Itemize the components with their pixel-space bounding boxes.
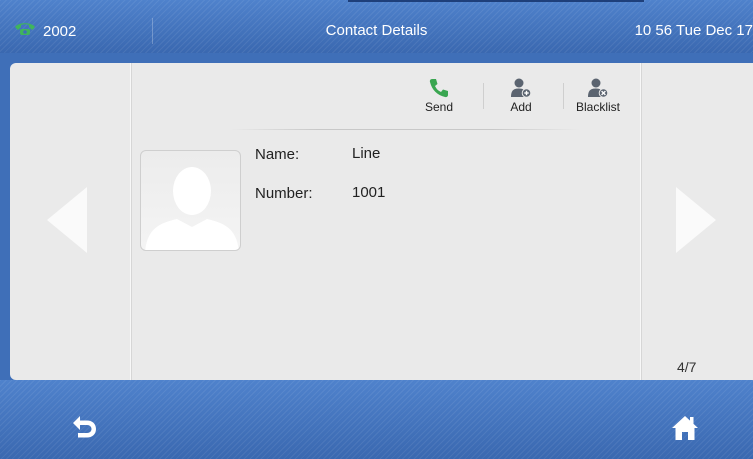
- right-column-divider: [640, 63, 641, 380]
- add-label: Add: [510, 100, 532, 114]
- send-label: Send: [425, 100, 454, 114]
- home-button[interactable]: [670, 414, 700, 442]
- home-icon: [672, 416, 698, 440]
- send-button[interactable]: Send: [425, 77, 453, 114]
- contact-panel: Send Add Blacklist Name: Line Number: 10…: [10, 63, 753, 380]
- name-value: Line: [352, 145, 381, 162]
- avatar: [140, 150, 241, 251]
- number-label: Number:: [255, 185, 313, 202]
- next-arrow-icon[interactable]: [676, 187, 716, 253]
- add-button[interactable]: Add: [509, 77, 533, 114]
- status-bar: 2002 Contact Details 10 56 Tue Dec 17: [0, 0, 753, 53]
- status-bar-accent: [348, 0, 644, 2]
- action-divider: [483, 83, 484, 109]
- back-arrow-icon: [73, 416, 96, 438]
- action-bar-divider: [230, 129, 580, 130]
- contact-silhouette-icon: [145, 167, 239, 250]
- back-button[interactable]: [70, 414, 100, 440]
- clock: 10 56 Tue Dec 17: [635, 22, 753, 40]
- number-value: 1001: [352, 184, 386, 201]
- blacklist-button[interactable]: Blacklist: [576, 77, 620, 114]
- clock-text: 10 56 Tue Dec 17: [634, 22, 753, 39]
- action-divider: [563, 83, 564, 109]
- left-column-divider: [130, 63, 131, 380]
- page-indicator: 4/7: [677, 359, 697, 375]
- blacklist-contact-icon: [586, 77, 610, 99]
- blacklist-label: Blacklist: [576, 100, 621, 114]
- bottom-bar: [0, 380, 753, 459]
- previous-arrow-icon[interactable]: [47, 187, 87, 253]
- name-label: Name:: [255, 146, 300, 163]
- add-contact-icon: [509, 77, 533, 99]
- phone-call-icon: [427, 77, 451, 99]
